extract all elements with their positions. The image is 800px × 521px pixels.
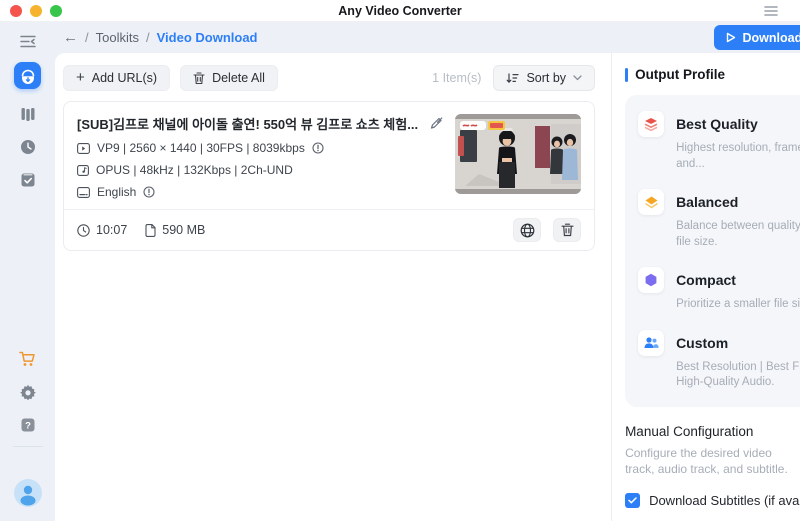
- map-icon: [20, 106, 36, 122]
- chevron-down-icon: [573, 75, 582, 81]
- sort-by-button[interactable]: Sort by: [493, 65, 595, 91]
- duration-clock-icon: [77, 224, 90, 237]
- help-icon[interactable]: ?: [19, 416, 37, 434]
- file-icon: [145, 224, 156, 237]
- profile-option-custom[interactable]: Custom Best Resolution | Best FPS | High…: [638, 330, 800, 391]
- video-duration: 10:07: [77, 223, 127, 237]
- sidebar-item-library[interactable]: [19, 105, 37, 123]
- video-title: [SUB]김프로 채널에 아이돌 출연! 550억 뷰 김프로 쇼츠 체험...: [77, 114, 418, 133]
- video-size: 590 MB: [145, 223, 205, 237]
- settings-gear-icon[interactable]: [19, 383, 37, 401]
- sidebar-item-completed[interactable]: [19, 171, 37, 189]
- back-arrow-icon[interactable]: ←: [63, 30, 78, 45]
- edit-title-icon[interactable]: [428, 117, 443, 130]
- manual-configuration-heading: Manual Configuration: [625, 424, 800, 439]
- subtitle-icon: [77, 187, 90, 198]
- store-cart-icon[interactable]: [19, 350, 37, 368]
- custom-icon: [638, 330, 664, 356]
- download-now-button[interactable]: Download Now: [714, 25, 800, 50]
- globe-icon: [520, 223, 535, 238]
- trash-icon: [193, 72, 205, 85]
- profile-option-compact[interactable]: Compact Prioritize a smaller file size.: [638, 267, 800, 313]
- breadcrumb: ← / Toolkits / Video Download: [63, 30, 258, 45]
- collapse-sidebar-icon[interactable]: [19, 32, 37, 50]
- plus-icon: +: [76, 70, 85, 85]
- item-count: 1 Item(s): [432, 71, 481, 85]
- output-profile-panel: Output Profile Best Quality: [611, 53, 800, 521]
- accent-bar: [625, 68, 628, 82]
- trash-icon: [561, 223, 574, 237]
- video-track-info: VP9 | 2560 × 1440 | 30FPS | 8039kbps: [77, 141, 443, 155]
- compact-icon: [638, 267, 664, 293]
- audio-icon: [77, 165, 89, 176]
- profile-options-card: Best Quality Highest resolution, frame r…: [625, 95, 800, 407]
- breadcrumb-toolkits[interactable]: Toolkits: [96, 30, 139, 45]
- best-quality-icon: [638, 111, 664, 137]
- profile-option-best-quality[interactable]: Best Quality Highest resolution, frame r…: [638, 111, 800, 172]
- list-toolbar: + Add URL(s) Delete All 1 Item(s) Sort b…: [63, 65, 595, 91]
- info-icon: [312, 142, 324, 154]
- sort-icon: [506, 73, 519, 84]
- top-strip: ← / Toolkits / Video Download Download N…: [55, 22, 800, 53]
- sidebar: ?: [0, 22, 55, 521]
- user-avatar[interactable]: [14, 479, 42, 507]
- video-icon: [77, 143, 90, 154]
- titlebar: Any Video Converter: [0, 0, 800, 22]
- breadcrumb-separator: /: [85, 30, 89, 45]
- delete-item-button[interactable]: [553, 218, 581, 242]
- video-thumbnail[interactable]: [455, 114, 581, 194]
- audio-track-info: OPUS | 48kHz | 132Kbps | 2Ch-UND: [77, 163, 443, 177]
- video-item-card[interactable]: [SUB]김프로 채널에 아이돌 출연! 550억 뷰 김프로 쇼츠 체험...…: [63, 101, 595, 251]
- output-profile-heading: Output Profile: [635, 67, 725, 82]
- sidebar-divider: [13, 446, 43, 447]
- svg-text:?: ?: [25, 421, 31, 432]
- menu-icon[interactable]: [764, 4, 778, 22]
- downloader-icon: [20, 68, 36, 84]
- subtitle-track-info: English: [77, 185, 443, 199]
- manual-configuration-desc: Configure the desired video track, audio…: [625, 445, 793, 479]
- download-list-area: + Add URL(s) Delete All 1 Item(s) Sort b…: [55, 53, 611, 521]
- sidebar-item-downloader[interactable]: [14, 62, 41, 89]
- open-source-page-button[interactable]: [513, 218, 541, 242]
- add-url-button[interactable]: + Add URL(s): [63, 65, 170, 91]
- info-icon: [143, 186, 155, 198]
- download-subtitles-row[interactable]: Download Subtitles (if available): [625, 493, 800, 508]
- download-subtitles-label: Download Subtitles (if available): [649, 493, 800, 508]
- clock-icon: [20, 139, 36, 155]
- window-title: Any Video Converter: [0, 4, 800, 18]
- tasks-check-icon: [20, 172, 36, 188]
- delete-all-button[interactable]: Delete All: [180, 65, 278, 91]
- sidebar-item-history[interactable]: [19, 138, 37, 156]
- balanced-icon: [638, 189, 664, 215]
- breadcrumb-separator: /: [146, 30, 150, 45]
- profile-option-balanced[interactable]: Balanced Balance between quality and fil…: [638, 189, 800, 250]
- download-subtitles-checkbox[interactable]: [625, 493, 640, 508]
- breadcrumb-video-download[interactable]: Video Download: [157, 30, 258, 45]
- play-icon: [726, 32, 736, 43]
